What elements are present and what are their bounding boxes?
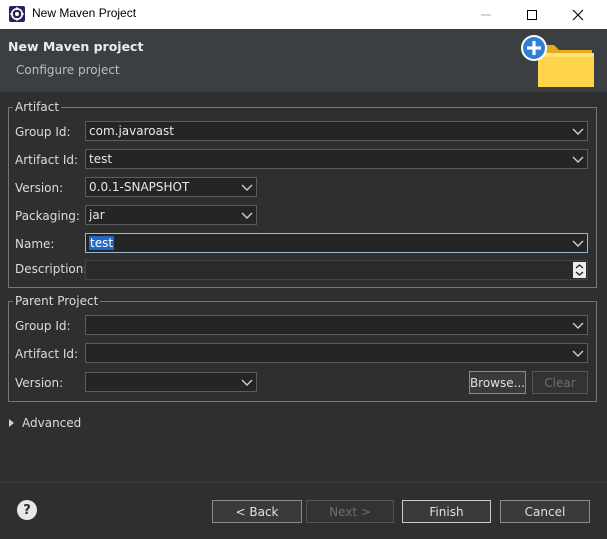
version-value: 0.0.1-SNAPSHOT bbox=[89, 180, 190, 194]
parent-version-label: Version: bbox=[15, 376, 64, 390]
artifact-group-id-combo[interactable]: com.javaroast bbox=[85, 121, 588, 141]
description-scroll-spinner[interactable] bbox=[573, 262, 586, 278]
description-label: Description: bbox=[15, 262, 88, 276]
cancel-button[interactable]: Cancel bbox=[500, 500, 590, 523]
name-value-selected: test bbox=[89, 236, 115, 250]
version-combo[interactable]: 0.0.1-SNAPSHOT bbox=[85, 177, 257, 197]
chevron-down-icon bbox=[572, 156, 584, 163]
parent-version-combo[interactable] bbox=[85, 372, 257, 392]
chevron-down-icon bbox=[572, 322, 584, 329]
footer-separator bbox=[0, 482, 607, 483]
chevron-down-icon bbox=[572, 350, 584, 357]
wizard-subtitle: Configure project bbox=[16, 63, 120, 77]
artifact-id-label: Artifact Id: bbox=[15, 153, 79, 167]
artifact-id-value: test bbox=[89, 152, 113, 166]
artifact-group-id-value: com.javaroast bbox=[89, 124, 174, 138]
chevron-down-icon bbox=[241, 184, 253, 191]
chevron-down-icon bbox=[241, 379, 253, 386]
spin-arrows-icon bbox=[575, 264, 584, 276]
advanced-label: Advanced bbox=[22, 416, 82, 430]
name-combo[interactable]: test bbox=[85, 233, 588, 253]
chevron-down-icon bbox=[572, 240, 584, 247]
parent-group-id-label: Group Id: bbox=[15, 319, 71, 333]
packaging-label: Packaging: bbox=[15, 209, 80, 223]
description-field[interactable] bbox=[85, 260, 588, 280]
window-title: New Maven Project bbox=[32, 6, 137, 20]
finish-button[interactable]: Finish bbox=[402, 500, 491, 523]
packaging-combo[interactable]: jar bbox=[85, 205, 257, 225]
parent-artifact-id-combo[interactable] bbox=[85, 343, 588, 363]
artifact-id-combo[interactable]: test bbox=[85, 149, 588, 169]
close-icon[interactable] bbox=[555, 0, 601, 29]
version-label: Version: bbox=[15, 181, 64, 195]
maximize-icon[interactable] bbox=[509, 0, 555, 29]
parent-project-legend: Parent Project bbox=[13, 294, 101, 308]
eclipse-app-icon bbox=[9, 6, 25, 22]
chevron-down-icon bbox=[572, 128, 584, 135]
new-folder-wizard-icon bbox=[521, 35, 594, 87]
next-button[interactable]: Next > bbox=[306, 500, 394, 523]
minimize-icon[interactable] bbox=[463, 0, 509, 29]
packaging-value: jar bbox=[89, 208, 105, 222]
wizard-title: New Maven project bbox=[8, 39, 144, 54]
name-label: Name: bbox=[15, 237, 55, 251]
artifact-group-id-label: Group Id: bbox=[15, 125, 71, 139]
wizard-header: New Maven project Configure project bbox=[0, 29, 607, 92]
browse-button[interactable]: Browse... bbox=[469, 371, 526, 394]
parent-artifact-id-label: Artifact Id: bbox=[15, 347, 79, 361]
artifact-legend: Artifact bbox=[13, 100, 62, 114]
parent-group-id-combo[interactable] bbox=[85, 315, 588, 335]
help-icon[interactable]: ? bbox=[17, 500, 37, 520]
chevron-down-icon bbox=[241, 212, 253, 219]
back-button[interactable]: < Back bbox=[212, 500, 302, 523]
clear-button[interactable]: Clear bbox=[532, 371, 588, 394]
expand-triangle-icon bbox=[9, 419, 14, 427]
window-titlebar: New Maven Project bbox=[0, 0, 607, 29]
